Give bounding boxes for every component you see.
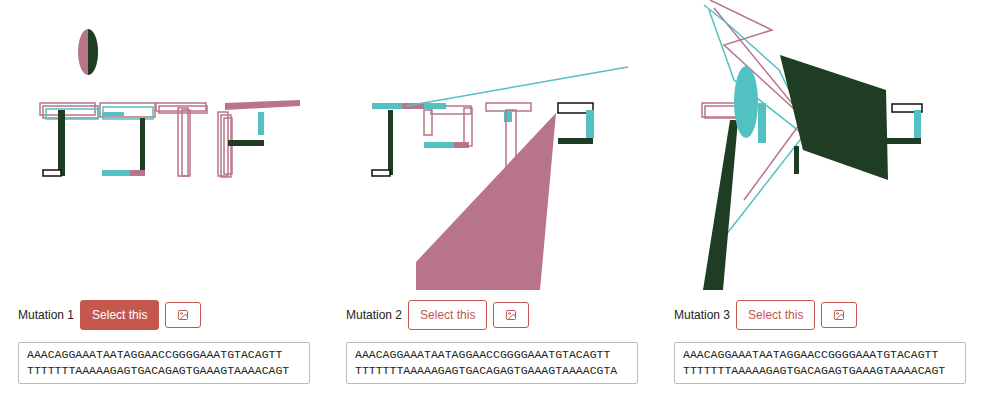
mutation-figure	[18, 0, 328, 290]
figure-rect	[914, 110, 921, 138]
figure-rect	[228, 140, 264, 146]
figure-polygon	[225, 100, 300, 110]
figure-rect	[424, 142, 454, 148]
mutation-controls: Mutation 1 Select this	[18, 300, 328, 330]
figure-rect	[102, 112, 124, 116]
figure-rect	[102, 170, 130, 176]
mutation-figure	[674, 0, 984, 290]
figure-rect	[58, 110, 65, 176]
figure-rect	[504, 110, 512, 122]
image-button[interactable]	[165, 302, 201, 328]
image-icon	[177, 309, 189, 321]
figure-rect	[758, 103, 766, 143]
figure-rect	[454, 142, 469, 148]
mutation-column: Mutation 2 Select this AAACAGGAAATAATAGGAA…	[346, 0, 656, 402]
select-button[interactable]: Select this	[408, 300, 487, 330]
figure-line	[406, 67, 628, 106]
sequence-line: AAACAGGAAATAATAGGAACCGGGGAAATGTACAGTT	[355, 347, 629, 363]
mutation-column: Mutation 1 Select this AAACAGGAAATAATAGGAA…	[18, 0, 328, 402]
figure-rect	[424, 103, 446, 109]
figure-rect	[424, 110, 432, 135]
figure-rect	[372, 170, 390, 176]
figure-polygon	[416, 113, 556, 290]
image-button[interactable]	[821, 302, 857, 328]
sequence-line: AAACAGGAAATAATAGGAACCGGGGAAATGTACAGTT	[27, 347, 301, 363]
figure-rect	[43, 170, 61, 176]
mutation-label: Mutation 1	[18, 306, 74, 324]
sequence-line: TTTTTTTAAAAAGAGTGACAGAGTGAAAGTAAAACAGT	[27, 363, 301, 379]
figure-ellipse	[78, 29, 98, 75]
figure-line	[744, 125, 799, 200]
figure-rect	[100, 103, 155, 117]
image-icon	[505, 309, 517, 321]
figure-polygon	[703, 120, 738, 290]
mutation-controls: Mutation 3 Select this	[674, 300, 984, 330]
image-icon	[833, 309, 845, 321]
select-button[interactable]: Select this	[736, 300, 815, 330]
figure-rect	[794, 146, 799, 174]
figure-rect	[103, 107, 153, 119]
mutation-page: Mutation 1 Select this AAACAGGAAATAATAGGAA…	[0, 0, 1000, 402]
mutation-label: Mutation 3	[674, 306, 730, 324]
figure-rect	[558, 138, 593, 144]
figure-rect	[886, 138, 921, 144]
figure-rect	[464, 108, 472, 146]
figure-rect	[388, 110, 393, 175]
figure-path	[88, 29, 98, 75]
figure-rect	[372, 103, 402, 109]
figure-rect	[140, 118, 145, 173]
figure-rect	[43, 106, 98, 118]
select-button[interactable]: Select this	[80, 300, 159, 330]
figure-rect	[178, 108, 188, 176]
sequence-field[interactable]: AAACAGGAAATAATAGGAACCGGGGAAATGTACAGTTTTT…	[674, 342, 966, 384]
mutation-controls: Mutation 2 Select this	[346, 300, 656, 330]
mutation-figure	[346, 0, 656, 290]
figure-rect	[586, 110, 594, 138]
mutation-column: Mutation 3 Select this AAACAGGAAATAATAGGAA…	[674, 0, 984, 402]
sequence-field[interactable]: AAACAGGAAATAATAGGAACCGGGGAAATGTACAGTTTTT…	[18, 342, 310, 384]
sequence-line: AAACAGGAAATAATAGGAACCGGGGAAATGTACAGTT	[683, 347, 957, 363]
sequence-line: TTTTTTTAAAAAGAGTGACAGAGTGAAAGTAAAACGTA	[355, 363, 629, 379]
image-button[interactable]	[493, 302, 529, 328]
figure-rect	[156, 103, 206, 111]
figure-rect	[258, 112, 264, 135]
figure-ellipse	[734, 66, 758, 138]
sequence-line: TTTTTTTAAAAAGAGTGACAGAGTGAAAGTAAAACAGT	[683, 363, 957, 379]
figure-rect	[46, 109, 98, 119]
figure-rect	[130, 170, 145, 176]
mutation-label: Mutation 2	[346, 306, 402, 324]
figure-rect	[218, 112, 228, 176]
figure-rect	[182, 110, 190, 176]
sequence-field[interactable]: AAACAGGAAATAATAGGAACCGGGGAAATGTACAGTTTTT…	[346, 342, 638, 384]
figure-polygon	[780, 55, 888, 180]
